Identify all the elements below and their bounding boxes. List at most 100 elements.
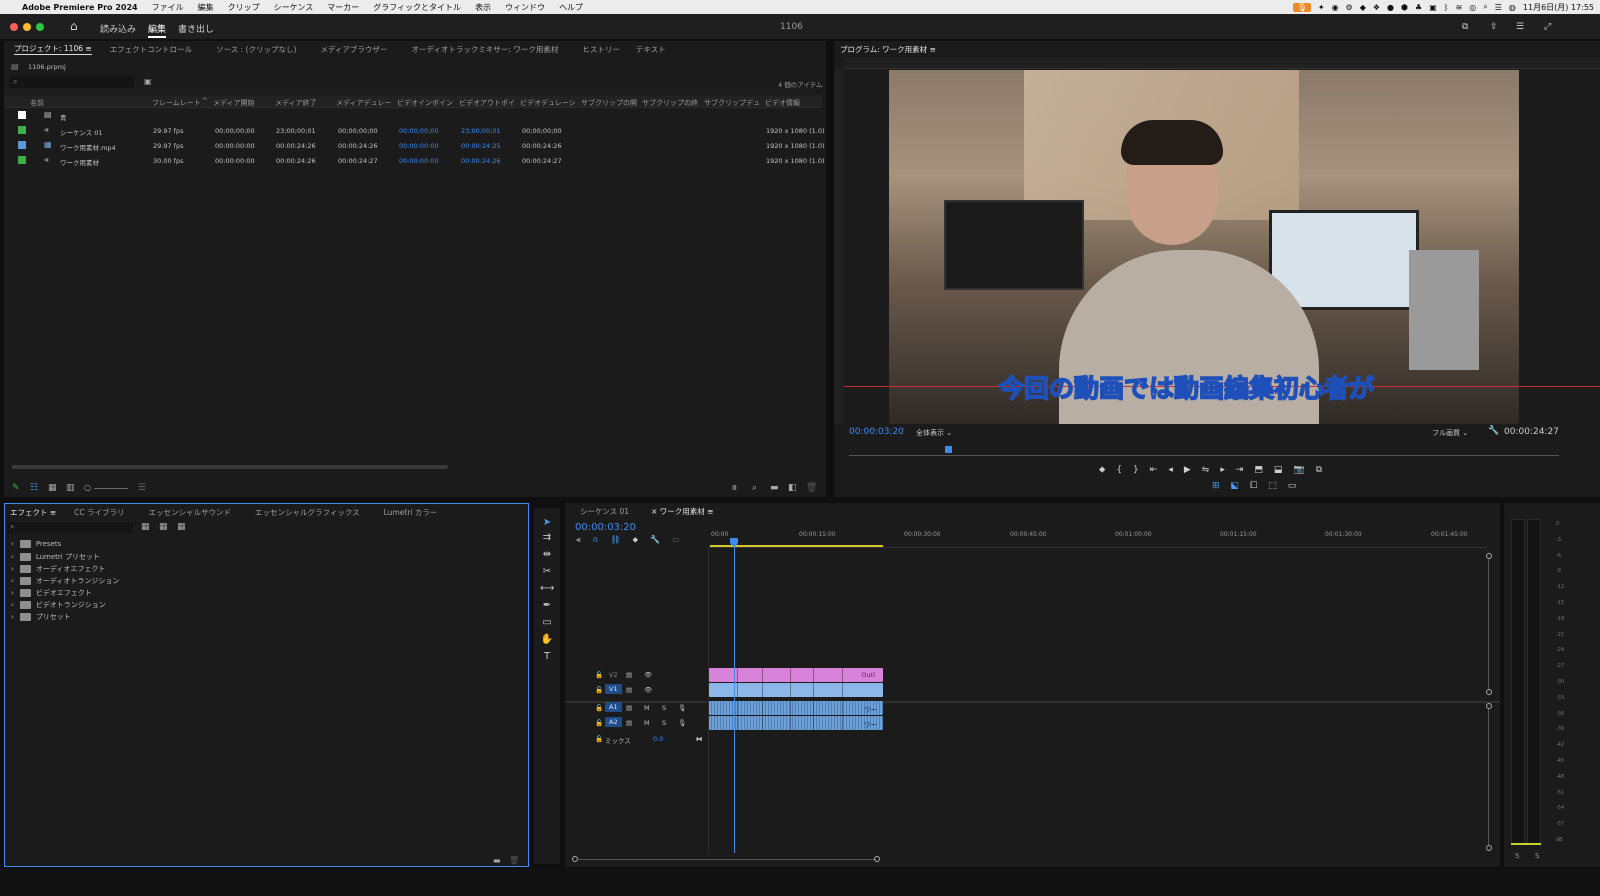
tab-lumetri-color[interactable]: Lumetri カラー [384, 507, 438, 518]
tab-media-browser[interactable]: メディアブラウザー [320, 44, 387, 55]
lock-icon[interactable]: 🔓 [595, 719, 603, 727]
column-video-in[interactable]: ビデオインポイン [397, 98, 453, 108]
minimize-window-button[interactable] [23, 23, 31, 31]
clip-v1[interactable] [709, 683, 883, 697]
clip-edit-point[interactable] [737, 716, 738, 730]
clip-a2[interactable]: ワー [709, 716, 883, 730]
sync-lock-icon[interactable]: ▤ [626, 704, 632, 712]
mute-button[interactable]: M [644, 719, 650, 727]
clip-edit-point[interactable] [762, 701, 763, 715]
effects-folder[interactable]: › ビデオエフェクト [11, 588, 92, 598]
multicam-icon[interactable]: ⧠ [1250, 481, 1257, 491]
fullscreen-icon[interactable]: ⤢ [1544, 22, 1551, 32]
solo-left-button[interactable]: S [1515, 852, 1519, 860]
column-video-duration[interactable]: ビデオデュレーシ [520, 98, 576, 108]
clip-edit-point[interactable] [762, 716, 763, 730]
wrench-icon[interactable]: 🔧 [650, 535, 660, 545]
clip-edit-point[interactable] [842, 668, 843, 682]
go-to-out-icon[interactable]: ⇥ [1236, 465, 1244, 475]
trash-icon[interactable]: 🗑 [806, 483, 817, 493]
user-icon[interactable]: ◎ [1469, 3, 1476, 12]
new-bin-icon[interactable]: ▣ [144, 77, 152, 86]
item-name[interactable]: 青 [60, 112, 67, 122]
step-forward-icon[interactable]: ▸ [1220, 465, 1225, 475]
subtitle-caption[interactable]: 今回の動画では動画編集初心者が [998, 369, 1375, 405]
new-bin-icon[interactable]: ▬ [770, 483, 779, 493]
close-tab-icon[interactable]: × [651, 507, 657, 516]
clip-edit-point[interactable] [790, 716, 791, 730]
table-row[interactable]: ▦ ワーク用素材.mp4 29.97 fps 00:00:00:00 00:00… [4, 138, 826, 153]
zoom-slider[interactable] [94, 488, 128, 489]
32bit-effects-icon[interactable]: ▦ [159, 522, 168, 532]
solo-button[interactable]: S [662, 704, 666, 712]
find-icon[interactable]: ⌕ [752, 483, 757, 493]
status-icon[interactable]: ⬢ [1401, 3, 1408, 12]
item-name[interactable]: シーケンス 01 [60, 127, 103, 137]
dropbox-icon[interactable]: ❖ [1373, 3, 1380, 12]
search-icon[interactable]: ⌕ [1483, 2, 1487, 12]
rectangle-tool-icon[interactable]: ▭ [540, 617, 554, 628]
solo-right-button[interactable]: S [1535, 852, 1539, 860]
menu-marker[interactable]: マーカー [327, 2, 359, 13]
menu-help[interactable]: ヘルプ [559, 2, 583, 13]
close-window-button[interactable] [10, 23, 18, 31]
solo-button[interactable]: S [662, 719, 666, 727]
tab-cc-libraries[interactable]: CC ライブラリ [74, 507, 124, 518]
item-name[interactable]: ワーク用素材 [60, 157, 99, 167]
status-icon[interactable]: ✦ [1318, 3, 1325, 12]
menu-file[interactable]: ファイル [152, 2, 184, 13]
column-subclip-duration[interactable]: サブクリップデュ [704, 98, 760, 108]
sync-lock-icon[interactable]: ▤ [626, 719, 632, 727]
wrench-icon[interactable]: 🔧 [1488, 426, 1499, 436]
linked-selection-icon[interactable]: ⛓ [610, 535, 620, 545]
video-tracks-scrollbar[interactable] [1486, 553, 1492, 695]
tab-essential-graphics[interactable]: エッセンシャルグラフィックス [255, 507, 360, 518]
timeline-timecode[interactable]: 00:00:03:20 [575, 522, 636, 533]
eye-icon[interactable]: 👁 [644, 686, 652, 694]
eye-icon[interactable]: 👁 [644, 671, 652, 679]
menu-edit[interactable]: 編集 [198, 2, 214, 13]
home-icon[interactable]: ⌂ [70, 19, 78, 33]
clip-edit-point[interactable] [790, 683, 791, 697]
new-item-icon[interactable]: ◧ [788, 483, 797, 493]
extract-icon[interactable]: ⬓ [1274, 465, 1283, 475]
cell-video-out[interactable]: 23;00;00;01 [461, 127, 501, 135]
playhead-timecode[interactable]: 00:00:03:20 [849, 427, 904, 437]
workspaces-icon[interactable]: ⧉ [1462, 22, 1468, 32]
microphone-icon[interactable]: 🎙 [678, 719, 686, 727]
icon-view-icon[interactable]: ▦ [48, 483, 57, 493]
project-search-input[interactable]: ⌕ [10, 76, 134, 88]
sort-icon[interactable]: ☰ [138, 483, 146, 493]
clip-edit-point[interactable] [842, 716, 843, 730]
menu-clip[interactable]: クリップ [228, 2, 260, 13]
loop-icon[interactable]: ⇋ [1202, 465, 1210, 475]
menu-sequence[interactable]: シーケンス [274, 2, 314, 13]
tab-effects[interactable]: エフェクト ≡ [10, 507, 56, 518]
tab-text[interactable]: テキスト [636, 44, 666, 55]
clip-a1[interactable]: ワー [709, 701, 883, 715]
menu-window[interactable]: ウィンドウ [505, 2, 545, 13]
column-media-start[interactable]: メディア開始 [213, 98, 255, 108]
track-label[interactable]: A2 [605, 717, 622, 727]
effects-folder[interactable]: › プリセット [11, 612, 71, 622]
selection-tool-icon[interactable]: ➤ [540, 517, 554, 528]
cell-video-in[interactable]: 00:00:00:00 [399, 142, 439, 150]
captions-icon[interactable]: ▭ [1288, 481, 1297, 491]
safe-margins-icon[interactable]: ⊞ [1212, 481, 1220, 491]
clip-edit-point[interactable] [813, 716, 814, 730]
automate-to-sequence-icon[interactable]: Ⅲ [732, 484, 737, 492]
lock-icon[interactable]: 🔓 [595, 686, 603, 694]
zoom-slider-handle[interactable]: ○ [84, 483, 91, 492]
play-icon[interactable]: ▶ [1184, 465, 1191, 475]
panel-menu-icon[interactable]: ☰ [1516, 22, 1524, 32]
tab-project[interactable]: プロジェクト: 1106 ≡ [14, 43, 92, 55]
mix-toggle-icon[interactable]: ⧓ [696, 735, 703, 743]
snap-icon[interactable]: ∩ [593, 535, 599, 545]
column-media-duration[interactable]: メディアデュレー [336, 98, 391, 108]
tab-source[interactable]: ソース : (クリップなし) [216, 44, 296, 55]
clip-edit-point[interactable] [737, 701, 738, 715]
label-color-swatch[interactable] [18, 126, 26, 134]
add-marker-icon[interactable]: ⬥ [633, 535, 639, 545]
tab-audio-track-mixer[interactable]: オーディオトラックミキサー: ワーク用素材 [411, 44, 558, 55]
menu-graphics[interactable]: グラフィックとタイトル [373, 2, 461, 13]
